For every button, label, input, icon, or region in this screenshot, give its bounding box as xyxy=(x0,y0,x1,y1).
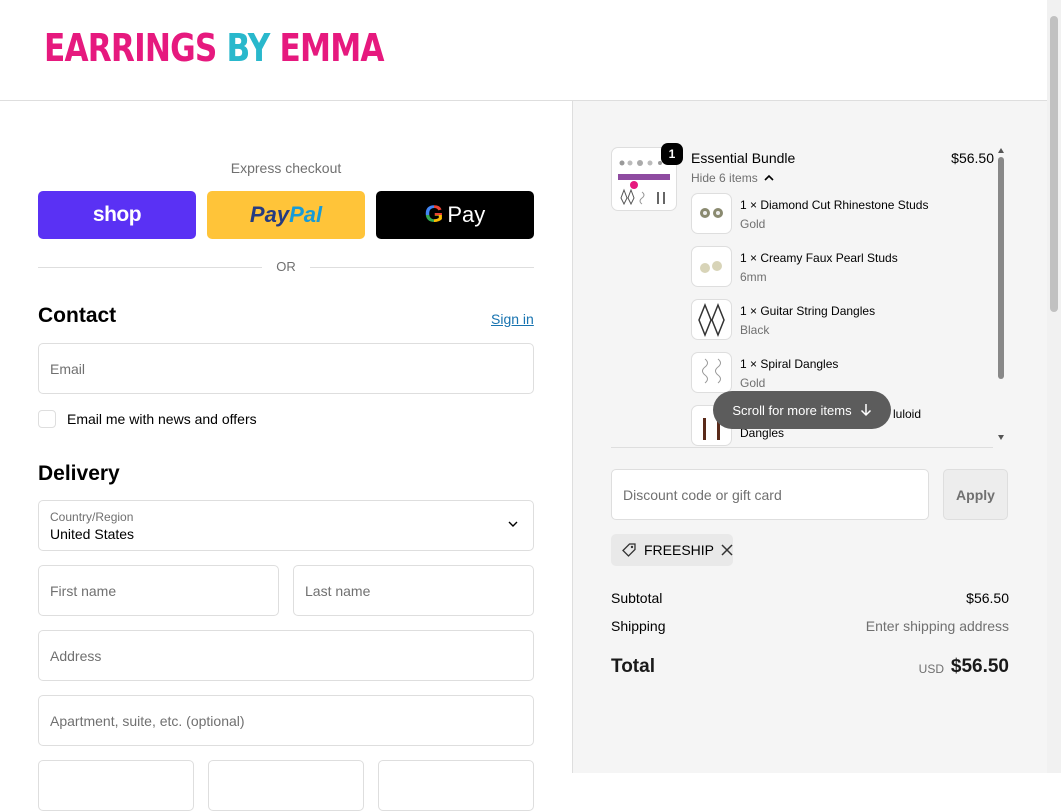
store-logo[interactable]: EARRINGS BY EMMA xyxy=(44,26,385,70)
contact-heading: Contact xyxy=(38,304,117,327)
paypal-label-pal: Pal xyxy=(289,202,323,227)
email-field[interactable]: Email xyxy=(38,343,534,394)
divider-right xyxy=(310,267,534,268)
scroll-more-label: Scroll for more items xyxy=(732,402,852,418)
chevron-down-icon xyxy=(508,521,518,527)
applied-discount-tag: FREESHIP xyxy=(611,534,733,566)
newsletter-label: Email me with news and offers xyxy=(67,411,257,427)
item-name-partial: luloid xyxy=(893,407,922,421)
last-name-field[interactable]: Last name xyxy=(293,565,534,616)
divider-left xyxy=(38,267,262,268)
google-pay-button[interactable]: G Pay xyxy=(376,191,534,239)
item-variant: Black xyxy=(740,323,770,337)
scroll-more-button[interactable]: Scroll for more items xyxy=(713,391,891,429)
apply-discount-button[interactable]: Apply xyxy=(943,469,1008,520)
item-name: 1 × Spiral Dangles xyxy=(740,357,839,371)
apartment-placeholder: Apartment, suite, etc. (optional) xyxy=(50,712,245,729)
shipping-label: Shipping xyxy=(611,618,666,634)
country-select[interactable]: Country/Region United States xyxy=(38,500,534,551)
first-name-placeholder: First name xyxy=(50,582,117,599)
item-variant: 6mm xyxy=(740,270,767,284)
rhinestone-studs-image xyxy=(700,208,723,218)
subtotal-value: $56.50 xyxy=(966,590,1009,606)
state-field[interactable] xyxy=(208,760,364,811)
shop-pay-label: shop xyxy=(92,203,142,226)
site-header: EARRINGS BY EMMA xyxy=(0,0,1047,101)
logo-text-emma: EMMA xyxy=(279,26,385,70)
discount-code-field[interactable]: Discount code or gift card xyxy=(611,469,929,520)
logo-text-earrings: EARRINGS xyxy=(44,26,227,70)
shipping-value: Enter shipping address xyxy=(865,618,1009,634)
spiral-dangles-image xyxy=(702,358,721,384)
pearl-studs-image xyxy=(700,261,722,273)
google-g-icon: G xyxy=(424,201,444,228)
subtotal-label: Subtotal xyxy=(611,590,663,606)
sign-in-link[interactable]: Sign in xyxy=(491,311,534,327)
page-scrollbar[interactable] xyxy=(1047,0,1061,773)
apartment-field[interactable]: Apartment, suite, etc. (optional) xyxy=(38,695,534,746)
total-label: Total xyxy=(611,656,655,677)
paypal-button[interactable]: Pay Pal xyxy=(207,191,365,239)
item-name: 1 × Diamond Cut Rhinestone Studs xyxy=(740,198,929,212)
currency-code: USD xyxy=(918,662,944,676)
paypal-label-pay: Pay xyxy=(249,202,290,227)
items-scrollbar-thumb[interactable] xyxy=(998,157,1004,379)
google-pay-label: Pay xyxy=(447,202,486,227)
address-field[interactable]: Address xyxy=(38,630,534,681)
bundle-price: $56.50 xyxy=(951,150,994,166)
remove-discount-icon[interactable] xyxy=(721,544,733,556)
country-value: United States xyxy=(50,526,135,542)
logo-text-by: BY xyxy=(226,26,280,70)
or-divider-text: OR xyxy=(276,259,296,274)
item-thumbnail xyxy=(691,352,732,393)
items-list-border xyxy=(611,447,993,448)
item-variant: Gold xyxy=(740,217,766,231)
delivery-heading: Delivery xyxy=(38,462,120,485)
tag-icon xyxy=(622,543,636,557)
item-variant: Gold xyxy=(740,376,766,390)
hide-items-label: Hide 6 items xyxy=(691,171,758,185)
newsletter-checkbox[interactable] xyxy=(38,410,56,428)
first-name-field[interactable]: First name xyxy=(38,565,279,616)
city-field[interactable] xyxy=(38,760,194,811)
item-thumbnail xyxy=(691,299,732,340)
checkout-form: Express checkout shop Pay Pal G Pay OR Con… xyxy=(0,101,572,811)
quantity-badge: 1 xyxy=(661,143,683,165)
hide-items-toggle[interactable]: Hide 6 items xyxy=(691,171,774,185)
arrow-down-icon xyxy=(860,404,871,417)
page-scrollbar-thumb[interactable] xyxy=(1050,16,1058,312)
zip-field[interactable] xyxy=(378,760,534,811)
discount-placeholder: Discount code or gift card xyxy=(623,486,782,503)
last-name-placeholder: Last name xyxy=(305,582,371,599)
total-value: $56.50 xyxy=(950,656,1009,677)
order-summary: 1 Essential Bundle $56.50 Hide 6 items 1… xyxy=(572,101,1048,773)
shop-pay-button[interactable]: shop xyxy=(38,191,196,239)
express-checkout-label: Express checkout xyxy=(230,160,342,176)
guitar-string-dangles-image xyxy=(698,302,725,338)
address-placeholder: Address xyxy=(50,647,102,664)
item-name: 1 × Creamy Faux Pearl Studs xyxy=(740,251,898,265)
email-placeholder: Email xyxy=(50,360,86,377)
discount-code-text: FREESHIP xyxy=(643,542,714,558)
item-thumbnail xyxy=(691,193,732,234)
item-name: 1 × Guitar String Dangles xyxy=(740,304,876,318)
country-label: Country/Region xyxy=(50,510,134,524)
chevron-up-icon xyxy=(764,174,774,181)
item-thumbnail xyxy=(691,246,732,287)
bundle-name: Essential Bundle xyxy=(691,150,796,166)
